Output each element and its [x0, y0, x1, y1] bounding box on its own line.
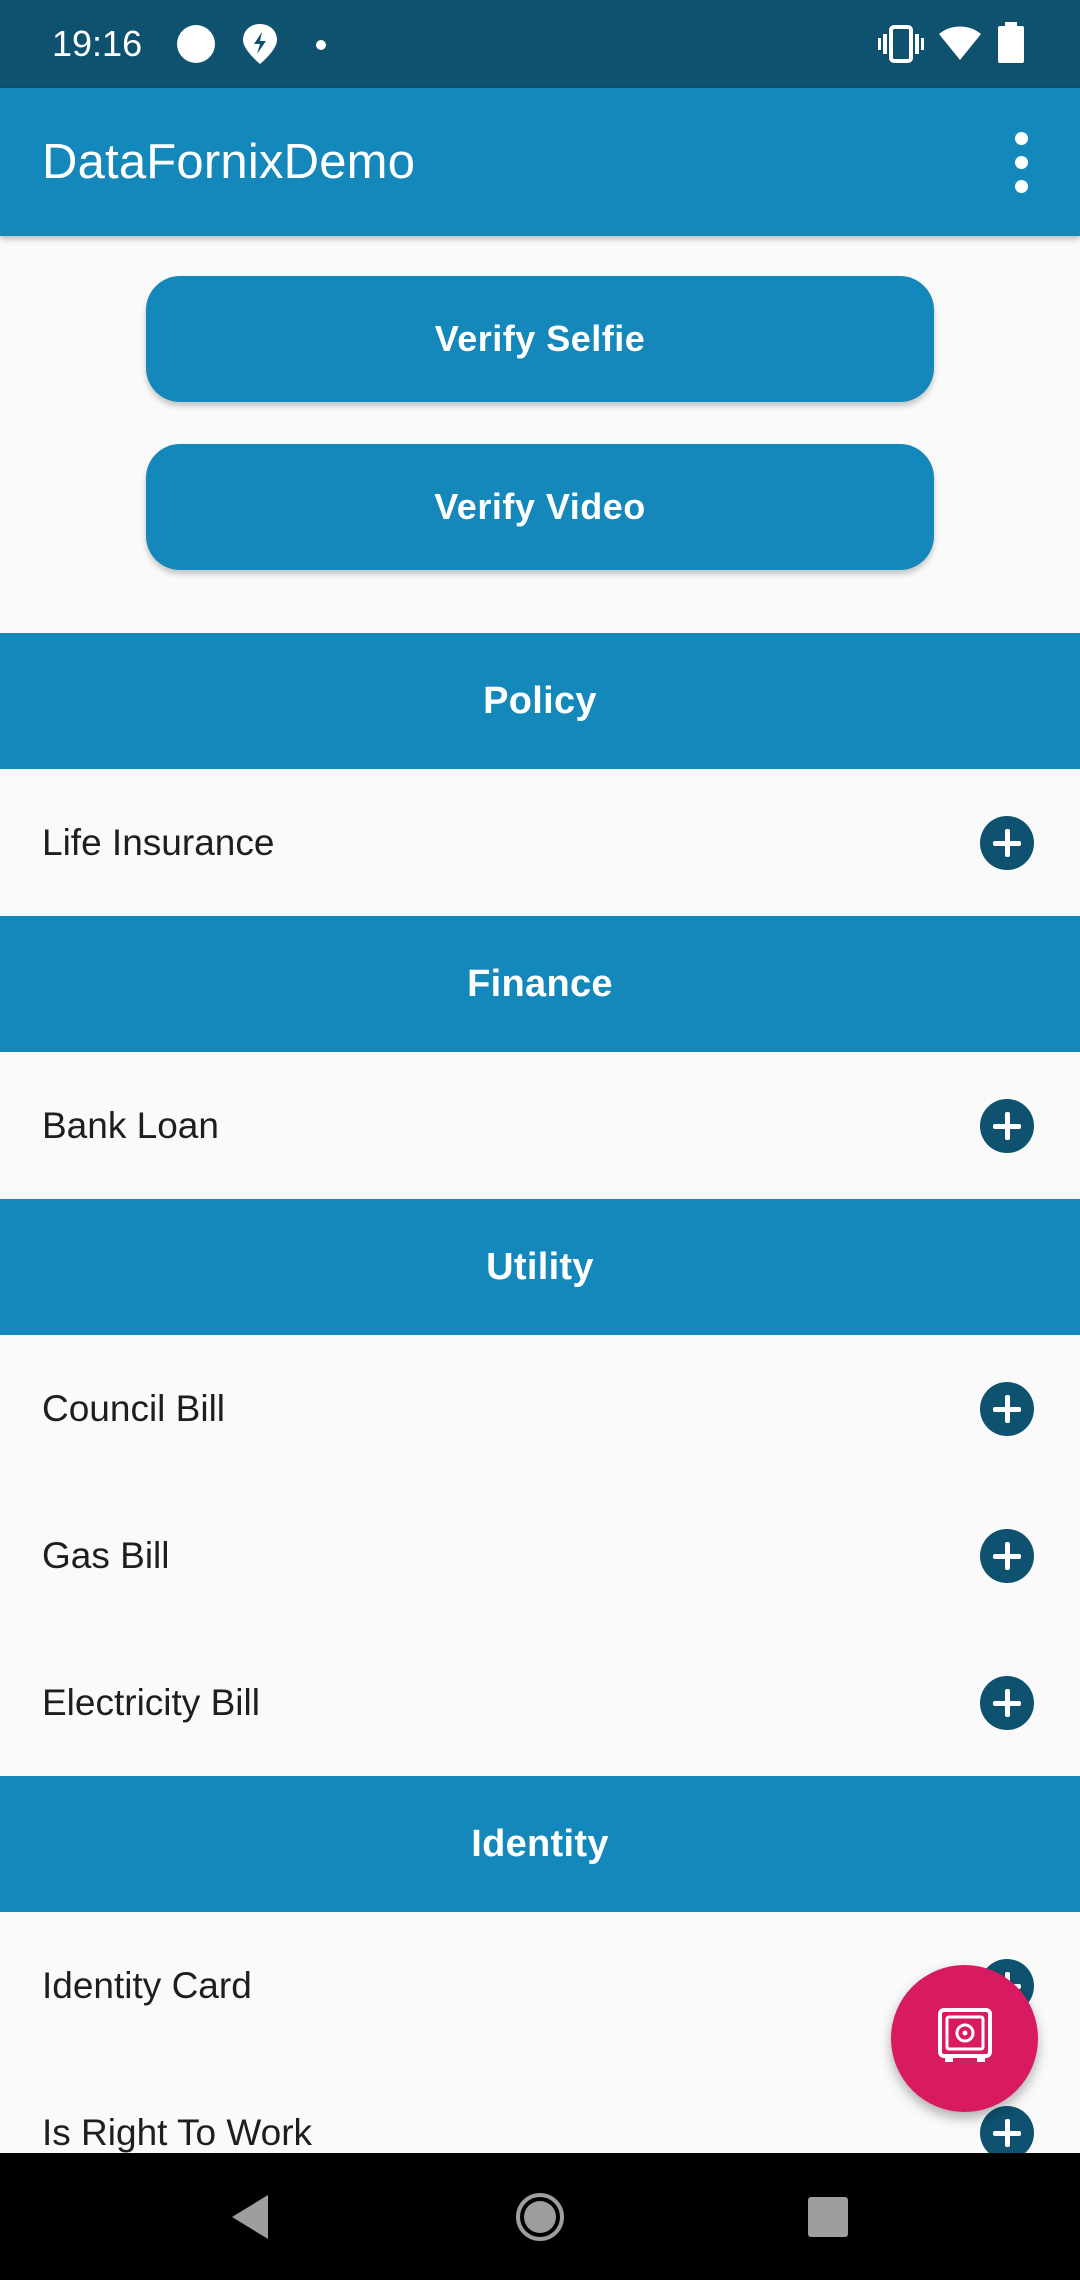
add-circle-icon[interactable]	[980, 1099, 1034, 1153]
list-item-bank-loan[interactable]: Bank Loan	[0, 1052, 1080, 1199]
list-item-label: Life Insurance	[42, 822, 275, 863]
section-header-utility: Utility	[0, 1199, 1080, 1335]
list-item-life-insurance[interactable]: Life Insurance	[0, 769, 1080, 916]
system-nav-bar	[0, 2153, 1080, 2280]
list-item-label: Bank Loan	[42, 1105, 219, 1146]
add-circle-icon[interactable]	[980, 1529, 1034, 1583]
more-vert-icon[interactable]	[1000, 128, 1044, 196]
safe-vault-icon	[935, 2006, 995, 2071]
dot-icon	[315, 38, 327, 56]
vibrate-icon	[878, 24, 924, 69]
add-circle-icon[interactable]	[980, 816, 1034, 870]
back-icon[interactable]	[190, 2153, 310, 2280]
vault-fab-button[interactable]	[891, 1965, 1038, 2112]
add-circle-icon[interactable]	[980, 2106, 1034, 2160]
add-circle-icon[interactable]	[980, 1676, 1034, 1730]
recents-icon[interactable]	[768, 2153, 888, 2280]
list-item-gas-bill[interactable]: Gas Bill	[0, 1482, 1080, 1629]
list-item-label: Council Bill	[42, 1388, 226, 1429]
app-bar: DataFornixDemo	[0, 88, 1080, 236]
list-item-label: Identity Card	[42, 1965, 252, 2006]
circle-notification-icon	[176, 24, 216, 69]
list-item-label: Electricity Bill	[42, 1682, 260, 1723]
add-circle-icon[interactable]	[980, 1382, 1034, 1436]
status-time: 19:16	[52, 23, 143, 64]
list-item-electricity-bill[interactable]: Electricity Bill	[0, 1629, 1080, 1776]
wifi-icon	[938, 24, 982, 67]
status-bar: 19:16	[0, 0, 1080, 88]
section-header-finance: Finance	[0, 916, 1080, 1052]
verify-selfie-button[interactable]: Verify Selfie	[146, 276, 934, 402]
section-header-policy: Policy	[0, 633, 1080, 769]
section-header-identity: Identity	[0, 1776, 1080, 1912]
location-pin-icon	[240, 22, 280, 71]
battery-icon	[996, 22, 1026, 69]
verify-video-button[interactable]: Verify Video	[146, 444, 934, 570]
home-icon[interactable]	[480, 2153, 600, 2280]
app-title: DataFornixDemo	[42, 135, 416, 189]
list-item-council-bill[interactable]: Council Bill	[0, 1335, 1080, 1482]
section-list: Policy Life Insurance Finance Bank Loan …	[0, 633, 1080, 2206]
list-item-label: Gas Bill	[42, 1535, 170, 1576]
